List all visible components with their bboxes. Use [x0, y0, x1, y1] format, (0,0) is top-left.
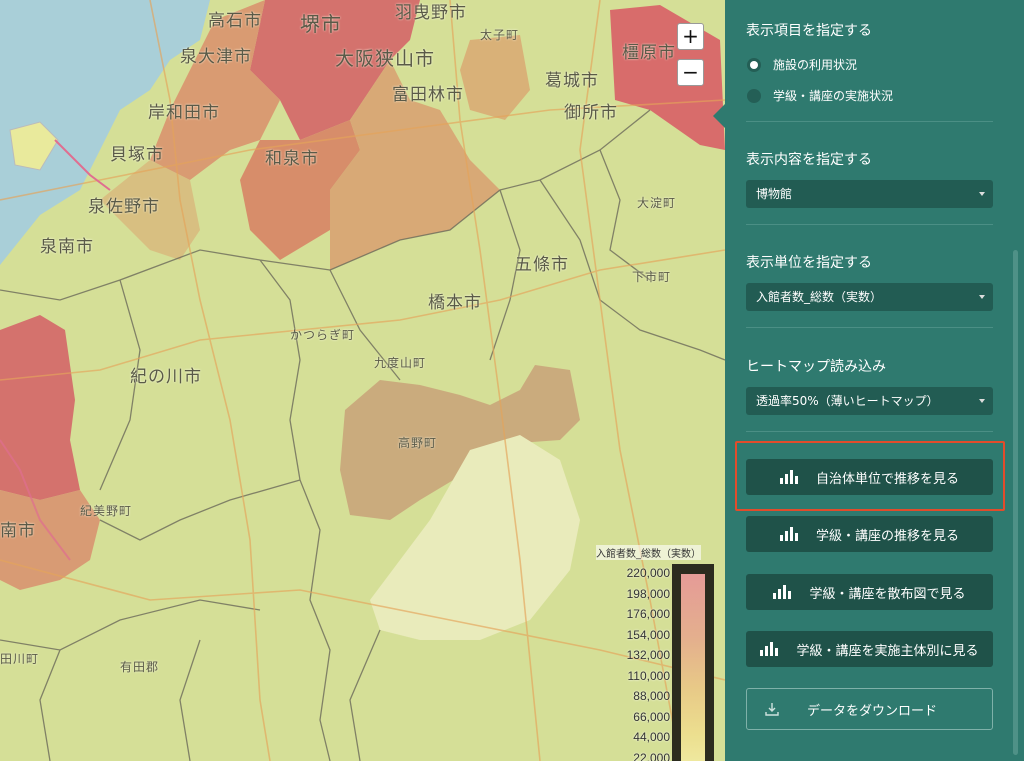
class-by-organizer-button[interactable]: 学級・講座を実施主体別に見る [746, 631, 993, 667]
map-label: 橋本市 [428, 293, 482, 313]
download-icon [765, 702, 779, 716]
map-label: 大阪狭山市 [335, 48, 436, 70]
map-label: 泉南市 [40, 237, 94, 257]
legend-tick-label: 154,000 [626, 627, 670, 642]
legend-tick-label: 132,000 [626, 648, 670, 662]
button-label: 自治体単位で推移を見る [815, 471, 959, 487]
divider [746, 431, 993, 432]
display-content-title: 表示内容を指定する [746, 152, 872, 168]
display-content-select[interactable]: 博物館 [746, 180, 993, 208]
map-label: 高野町 [398, 436, 438, 450]
control-panel: 表示項目を指定する 施設の利用状況 学級・講座の実施状況 表示内容を指定する 博… [713, 0, 1024, 761]
legend-tick-label: 220,000 [626, 566, 670, 580]
legend-tick-label: 44,000 [633, 730, 670, 744]
download-label: データをダウンロード [807, 703, 938, 719]
legend-color-bar [672, 564, 714, 761]
map-label: 有田郡 [120, 660, 160, 674]
select-value: 博物館 [756, 187, 793, 201]
select-value: 透過率50%（薄いヒートマップ） [756, 394, 939, 408]
map-label: 太子町 [480, 28, 520, 42]
chevron-down-icon [979, 399, 985, 403]
legend-tick-label: 66,000 [633, 709, 670, 724]
map-label: 下市町 [632, 270, 672, 284]
map-label: 岸和田市 [148, 103, 220, 123]
select-value: 入館者数_総数（実数） [756, 290, 883, 304]
class-trend-button[interactable]: 学級・講座の推移を見る [746, 516, 993, 552]
display-unit-select[interactable]: 入館者数_総数（実数） [746, 283, 993, 311]
heatmap-title: ヒートマップ読み込み [746, 359, 886, 375]
bar-chart-icon [779, 527, 800, 541]
map-label: 貝塚市 [110, 145, 164, 165]
map-label: 五條市 [515, 255, 569, 275]
radio-label: 施設の利用状況 [773, 58, 858, 72]
panel-notch [713, 104, 725, 128]
bar-chart-icon [779, 470, 800, 484]
map-area[interactable]: 高石市 堺市 羽曳野市 泉大津市 大阪狭山市 太子町 橿原市 富田林市 葛城市 … [0, 0, 725, 761]
button-label: 学級・講座を散布図で見る [809, 586, 966, 602]
map-label: 富田林市 [392, 85, 464, 105]
download-button[interactable]: データをダウンロード [746, 688, 993, 730]
map-label: 紀の川市 [130, 367, 202, 387]
display-unit-title: 表示単位を指定する [746, 255, 872, 271]
heatmap-select[interactable]: 透過率50%（薄いヒートマップ） [746, 387, 993, 415]
button-label: 学級・講座を実施主体別に見る [796, 643, 979, 659]
radio-label: 学級・講座の実施状況 [773, 89, 894, 103]
zoom-out-button[interactable]: − [677, 59, 704, 86]
zoom-in-button[interactable]: + [677, 23, 704, 50]
bar-chart-icon [773, 585, 793, 599]
municipal-trend-button[interactable]: 自治体単位で推移を見る [746, 459, 993, 495]
map-label: 泉佐野市 [88, 197, 160, 217]
legend-title: 入館者数_総数（実数） [596, 545, 701, 560]
map-label: 南市 [0, 521, 36, 541]
radio-checked-icon[interactable] [747, 57, 761, 72]
map-label: 羽曳野市 [395, 3, 467, 23]
legend-tick-label: 198,000 [626, 586, 670, 601]
map-label: 橿原市 [622, 43, 676, 63]
radio-class-status[interactable]: 学級・講座の実施状況 [747, 87, 893, 104]
scrollbar[interactable] [1013, 250, 1018, 755]
map-label: 和泉市 [265, 149, 319, 169]
bar-chart-icon [760, 642, 780, 656]
legend-tick-label: 88,000 [633, 689, 670, 703]
button-label: 学級・講座の推移を見る [815, 528, 959, 544]
legend-tick-label: 176,000 [626, 607, 670, 621]
radio-facility-usage[interactable]: 施設の利用状況 [747, 56, 857, 73]
class-scatter-button[interactable]: 学級・講座を散布図で見る [746, 574, 993, 610]
chevron-down-icon [979, 192, 985, 196]
divider [746, 121, 993, 122]
chevron-down-icon [979, 295, 985, 299]
legend-tick-label: 22,000 [633, 750, 670, 761]
map-label: 葛城市 [545, 71, 599, 91]
map-label: 紀美野町 [80, 504, 133, 518]
map-label: 泉大津市 [180, 47, 252, 67]
display-item-title: 表示項目を指定する [746, 23, 872, 39]
map-label: 九度山町 [374, 356, 427, 370]
map-label: 高石市 [208, 11, 262, 31]
map-label: 御所市 [564, 103, 618, 123]
divider [746, 224, 993, 225]
map-label: かつらぎ町 [290, 328, 356, 342]
map-label: 堺市 [300, 12, 342, 36]
legend-tick-label: 110,000 [627, 668, 671, 683]
map-label: 田川町 [0, 652, 40, 666]
radio-unchecked-icon[interactable] [747, 88, 761, 103]
divider [746, 327, 993, 328]
map-label: 大淀町 [637, 196, 677, 210]
